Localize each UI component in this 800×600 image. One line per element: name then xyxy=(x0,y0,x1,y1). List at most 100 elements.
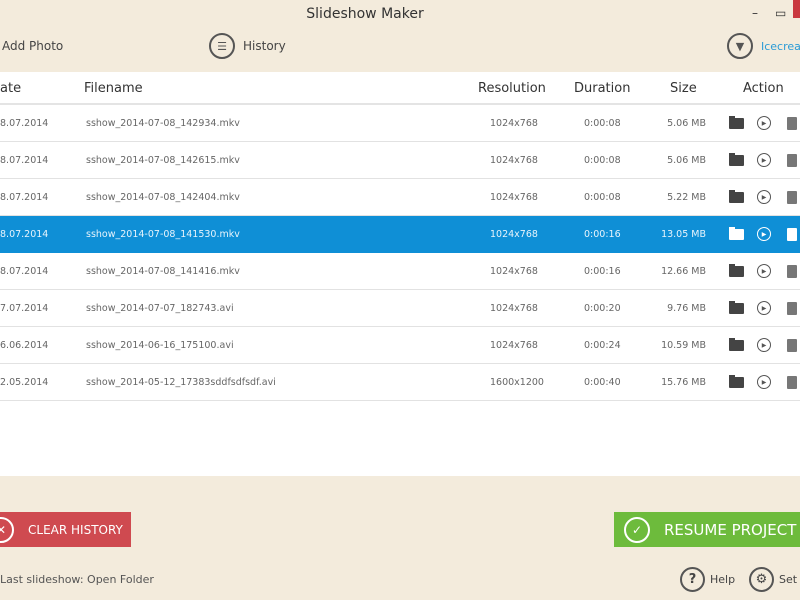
cell-filename: sshow_2014-07-07_182743.avi xyxy=(86,303,234,314)
play-button[interactable]: ▶ xyxy=(756,300,772,316)
open-folder-button[interactable] xyxy=(728,226,744,242)
settings-button[interactable]: ⚙ Set xyxy=(749,567,797,592)
clear-history-button[interactable]: ✕ CLEAR HISTORY xyxy=(0,512,131,547)
cell-resolution: 1024x768 xyxy=(490,118,538,129)
delete-button[interactable] xyxy=(784,115,800,131)
cell-resolution: 1024x768 xyxy=(490,229,538,240)
cell-date: 6.06.2014 xyxy=(0,340,49,351)
play-button[interactable]: ▶ xyxy=(756,226,772,242)
history-button[interactable]: ☰ History xyxy=(209,33,286,59)
play-icon: ▶ xyxy=(757,190,771,204)
delete-button[interactable] xyxy=(784,189,800,205)
header-resolution[interactable]: Resolution xyxy=(478,81,546,96)
cell-resolution: 1600x1200 xyxy=(490,377,544,388)
delete-button[interactable] xyxy=(784,263,800,279)
header-action: Action xyxy=(743,81,784,96)
cell-date: 8.07.2014 xyxy=(0,266,49,277)
play-icon: ▶ xyxy=(757,153,771,167)
add-photo-button[interactable]: Add Photo xyxy=(2,39,63,53)
cell-date: 8.07.2014 xyxy=(0,155,49,166)
folder-icon xyxy=(728,152,744,166)
open-folder-button[interactable] xyxy=(728,300,744,316)
cell-size: 13.05 MB xyxy=(661,229,706,240)
cell-size: 10.59 MB xyxy=(661,340,706,351)
cell-filename: sshow_2014-06-16_175100.avi xyxy=(86,340,234,351)
folder-icon xyxy=(728,115,744,129)
trash-icon xyxy=(787,116,797,130)
cell-filename: sshow_2014-07-08_142404.mkv xyxy=(86,192,240,203)
table-row[interactable]: 8.07.2014 sshow_2014-07-08_142615.mkv 10… xyxy=(0,142,800,179)
cell-size: 5.06 MB xyxy=(667,155,706,166)
trash-icon xyxy=(787,301,797,315)
resume-project-button[interactable]: ✓ RESUME PROJECT xyxy=(614,512,800,547)
play-icon: ▶ xyxy=(757,301,771,315)
folder-icon xyxy=(728,300,744,314)
delete-button[interactable] xyxy=(784,374,800,390)
delete-button[interactable] xyxy=(784,226,800,242)
cell-size: 9.76 MB xyxy=(667,303,706,314)
cell-date: 8.07.2014 xyxy=(0,192,49,203)
cell-filename: sshow_2014-07-08_141530.mkv xyxy=(86,229,240,240)
cell-date: 8.07.2014 xyxy=(0,118,49,129)
play-button[interactable]: ▶ xyxy=(756,337,772,353)
brand-link[interactable]: ▼ Icecream xyxy=(727,33,800,59)
delete-button[interactable] xyxy=(784,152,800,168)
delete-button[interactable] xyxy=(784,337,800,353)
table-row[interactable]: 8.07.2014 sshow_2014-07-08_141530.mkv 10… xyxy=(0,216,800,253)
header-duration[interactable]: Duration xyxy=(574,81,630,96)
help-button[interactable]: ? Help xyxy=(680,567,735,592)
open-folder-button[interactable] xyxy=(728,152,744,168)
table-row[interactable]: 7.07.2014 sshow_2014-07-07_182743.avi 10… xyxy=(0,290,800,327)
trash-icon xyxy=(787,338,797,352)
cell-duration: 0:00:24 xyxy=(584,340,621,351)
cell-date: 2.05.2014 xyxy=(0,377,49,388)
cell-size: 5.06 MB xyxy=(667,118,706,129)
folder-icon xyxy=(728,226,744,240)
play-button[interactable]: ▶ xyxy=(756,263,772,279)
clear-icon: ✕ xyxy=(0,516,14,543)
open-folder-button[interactable] xyxy=(728,189,744,205)
delete-button[interactable] xyxy=(784,300,800,316)
cell-duration: 0:00:16 xyxy=(584,266,621,277)
play-button[interactable]: ▶ xyxy=(756,374,772,390)
close-button[interactable] xyxy=(793,0,800,18)
cell-filename: sshow_2014-07-08_141416.mkv xyxy=(86,266,240,277)
table-row[interactable]: 8.07.2014 sshow_2014-07-08_141416.mkv 10… xyxy=(0,253,800,290)
cell-date: 7.07.2014 xyxy=(0,303,49,314)
play-icon: ▶ xyxy=(757,116,771,130)
maximize-button[interactable]: ▭ xyxy=(775,6,786,20)
header-size[interactable]: Size xyxy=(670,81,697,96)
header-filename[interactable]: Filename xyxy=(84,81,143,96)
cell-size: 5.22 MB xyxy=(667,192,706,203)
open-folder-button[interactable] xyxy=(728,263,744,279)
clear-history-label: CLEAR HISTORY xyxy=(28,522,123,537)
table-row[interactable]: 8.07.2014 sshow_2014-07-08_142934.mkv 10… xyxy=(0,105,800,142)
header-date[interactable]: ate xyxy=(0,81,21,96)
list-icon: ☰ xyxy=(209,33,235,59)
open-folder-button[interactable] xyxy=(728,374,744,390)
play-button[interactable]: ▶ xyxy=(756,152,772,168)
folder-icon xyxy=(728,374,744,388)
open-folder-button[interactable] xyxy=(728,337,744,353)
trash-icon xyxy=(787,190,797,204)
cell-filename: sshow_2014-05-12_17383sddfsdfsdf.avi xyxy=(86,377,276,388)
minimize-button[interactable]: – xyxy=(752,6,758,20)
table-row[interactable]: 8.07.2014 sshow_2014-07-08_142404.mkv 10… xyxy=(0,179,800,216)
cell-resolution: 1024x768 xyxy=(490,340,538,351)
play-button[interactable]: ▶ xyxy=(756,115,772,131)
help-label: Help xyxy=(710,573,736,586)
table-row[interactable]: 2.05.2014 sshow_2014-05-12_17383sddfsdfs… xyxy=(0,364,800,401)
add-photo-label: Add Photo xyxy=(2,39,64,53)
play-icon: ▶ xyxy=(757,264,771,278)
play-button[interactable]: ▶ xyxy=(756,189,772,205)
open-folder-button[interactable] xyxy=(728,115,744,131)
cell-size: 15.76 MB xyxy=(661,377,706,388)
cell-resolution: 1024x768 xyxy=(490,303,538,314)
title-bar: Slideshow Maker – ▭ xyxy=(0,0,800,30)
last-slideshow-status[interactable]: Last slideshow: Open Folder xyxy=(0,573,154,586)
check-icon: ✓ xyxy=(624,516,650,543)
cell-duration: 0:00:08 xyxy=(584,155,621,166)
cell-duration: 0:00:40 xyxy=(584,377,621,388)
cell-duration: 0:00:08 xyxy=(584,118,621,129)
table-row[interactable]: 6.06.2014 sshow_2014-06-16_175100.avi 10… xyxy=(0,327,800,364)
